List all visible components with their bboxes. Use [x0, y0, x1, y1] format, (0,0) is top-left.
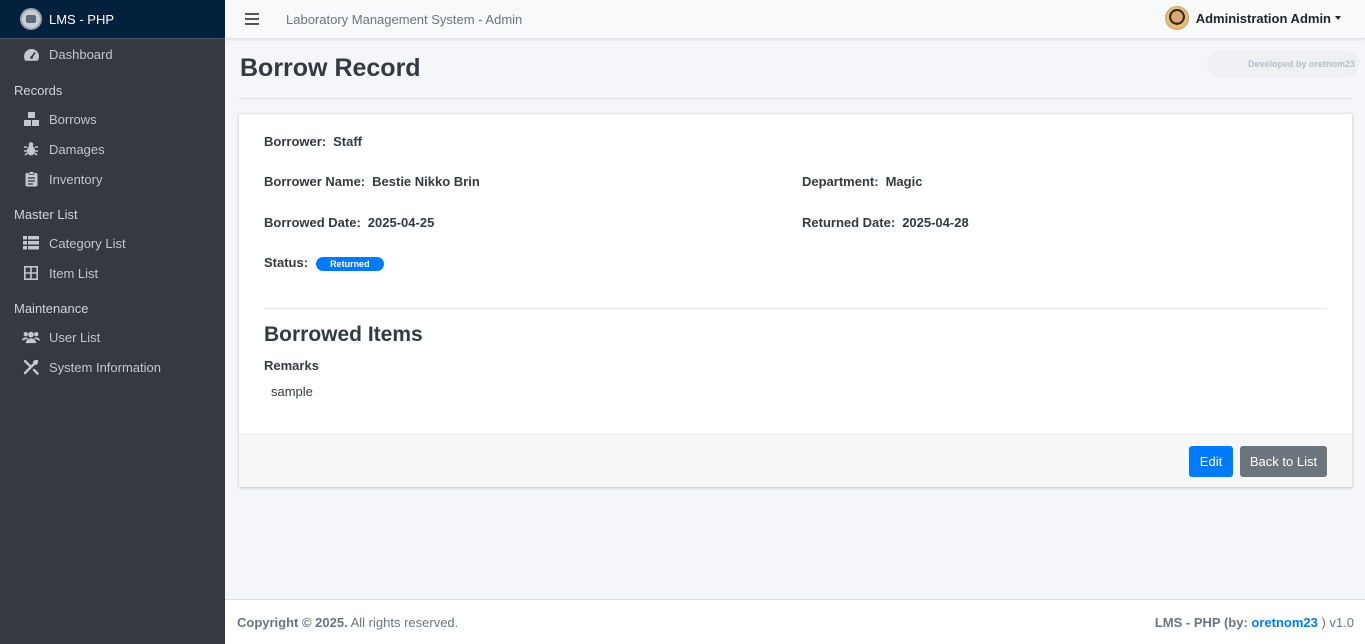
sidebar-item-label: Borrows — [49, 111, 97, 127]
borrow-record-card: Borrower: Staff Borrower Name: Bestie Nikk… — [239, 114, 1352, 487]
edit-button[interactable]: Edit — [1189, 446, 1233, 477]
status-label: Status: — [264, 255, 309, 270]
returned-date-label: Returned Date: — [802, 215, 896, 230]
remarks-label: Remarks — [264, 358, 319, 373]
tools-icon — [22, 359, 40, 375]
borrower-value: Staff — [333, 134, 363, 149]
tachometer-icon — [22, 47, 40, 63]
boxes-icon — [22, 111, 40, 127]
sidebar-item-damages[interactable]: Damages — [0, 134, 225, 164]
users-icon — [22, 329, 40, 345]
remarks-value: sample — [271, 384, 313, 399]
sidebar-item-item-list[interactable]: Item List — [0, 258, 225, 288]
bug-icon — [22, 141, 40, 157]
sidebar: LMS - PHP Dashboard Records Borrows Dama… — [0, 0, 225, 644]
department-value: Magic — [885, 174, 923, 189]
borrower-name-field: Borrower Name: Bestie Nikko Brin — [264, 174, 480, 189]
divider — [238, 98, 1352, 99]
borrower-label: Borrower: — [264, 134, 327, 149]
developer-badge: Developed by oretnom23 — [1207, 50, 1359, 78]
sidebar-item-label: Damages — [49, 141, 105, 157]
user-menu[interactable]: Administration Admin — [1164, 6, 1341, 30]
app-version: ) v1.0 — [1317, 614, 1354, 630]
copyright: Copyright © 2025. All rights reserved. — [237, 615, 458, 630]
sidebar-item-inventory[interactable]: Inventory — [0, 164, 225, 194]
brand-logo-icon — [20, 8, 42, 30]
copyright-bold: Copyright © 2025. — [237, 614, 348, 630]
nav-header-records: Records — [14, 83, 63, 98]
system-title: Laboratory Management System - Admin — [286, 11, 523, 27]
sidebar-item-label: Inventory — [49, 171, 103, 187]
borrower-name-label: Borrower Name: — [264, 174, 366, 189]
sidebar-item-label: Category List — [49, 235, 126, 251]
sidebar-item-label: System Information — [49, 359, 161, 375]
grid-icon — [22, 265, 40, 281]
status-field: Status: Returned — [264, 255, 384, 271]
sidebar-item-dashboard[interactable]: Dashboard — [0, 39, 225, 70]
top-navbar: Laboratory Management System - Admin Adm… — [225, 0, 1365, 39]
list-icon — [22, 235, 40, 251]
returned-date-field: Returned Date: 2025-04-28 — [802, 215, 969, 230]
page-title: Borrow Record — [240, 54, 421, 82]
brand[interactable]: LMS - PHP — [0, 0, 225, 39]
borrowed-date-field: Borrowed Date: 2025-04-25 — [264, 215, 434, 230]
sidebar-item-label: Dashboard — [49, 47, 113, 62]
caret-down-icon — [1335, 16, 1341, 20]
page-footer: Copyright © 2025. All rights reserved. L… — [225, 599, 1365, 644]
sidebar-item-system-information[interactable]: System Information — [0, 352, 225, 382]
department-field: Department: Magic — [802, 174, 922, 189]
sidebar-item-user-list[interactable]: User List — [0, 322, 225, 352]
back-to-list-button[interactable]: Back to List — [1240, 446, 1327, 477]
status-badge: Returned — [316, 256, 384, 271]
menu-toggle-icon[interactable] — [245, 13, 259, 25]
card-footer: Edit Back to List — [239, 434, 1352, 487]
avatar — [1164, 6, 1189, 30]
nav-header-master-list: Master List — [14, 207, 78, 222]
department-label: Department: — [802, 174, 879, 189]
divider — [264, 308, 1327, 309]
borrowed-items-title: Borrowed Items — [264, 323, 423, 346]
sidebar-item-label: Item List — [49, 265, 99, 281]
borrower-field: Borrower: Staff — [264, 134, 362, 149]
returned-date-value: 2025-04-28 — [902, 215, 969, 230]
borrowed-date-value: 2025-04-25 — [367, 215, 435, 230]
sidebar-nav: Dashboard Records Borrows Damages Invent… — [0, 39, 225, 382]
borrowed-date-label: Borrowed Date: — [264, 215, 361, 230]
sidebar-item-category-list[interactable]: Category List — [0, 228, 225, 258]
app-name: LMS - PHP (by: — [1154, 614, 1252, 630]
copyright-rest: All rights reserved. — [347, 614, 459, 630]
sidebar-item-borrows[interactable]: Borrows — [0, 104, 225, 134]
sidebar-item-label: User List — [49, 329, 101, 345]
brand-name: LMS - PHP — [49, 11, 115, 27]
nav-header-maintenance: Maintenance — [14, 301, 89, 316]
app-credit: LMS - PHP (by: oretnom23 ) v1.0 — [1155, 615, 1354, 630]
author-link[interactable]: oretnom23 — [1251, 615, 1317, 630]
borrower-name-value: Bestie Nikko Brin — [372, 174, 480, 189]
user-name: Administration Admin — [1195, 10, 1331, 26]
clipboard-icon — [22, 171, 40, 187]
